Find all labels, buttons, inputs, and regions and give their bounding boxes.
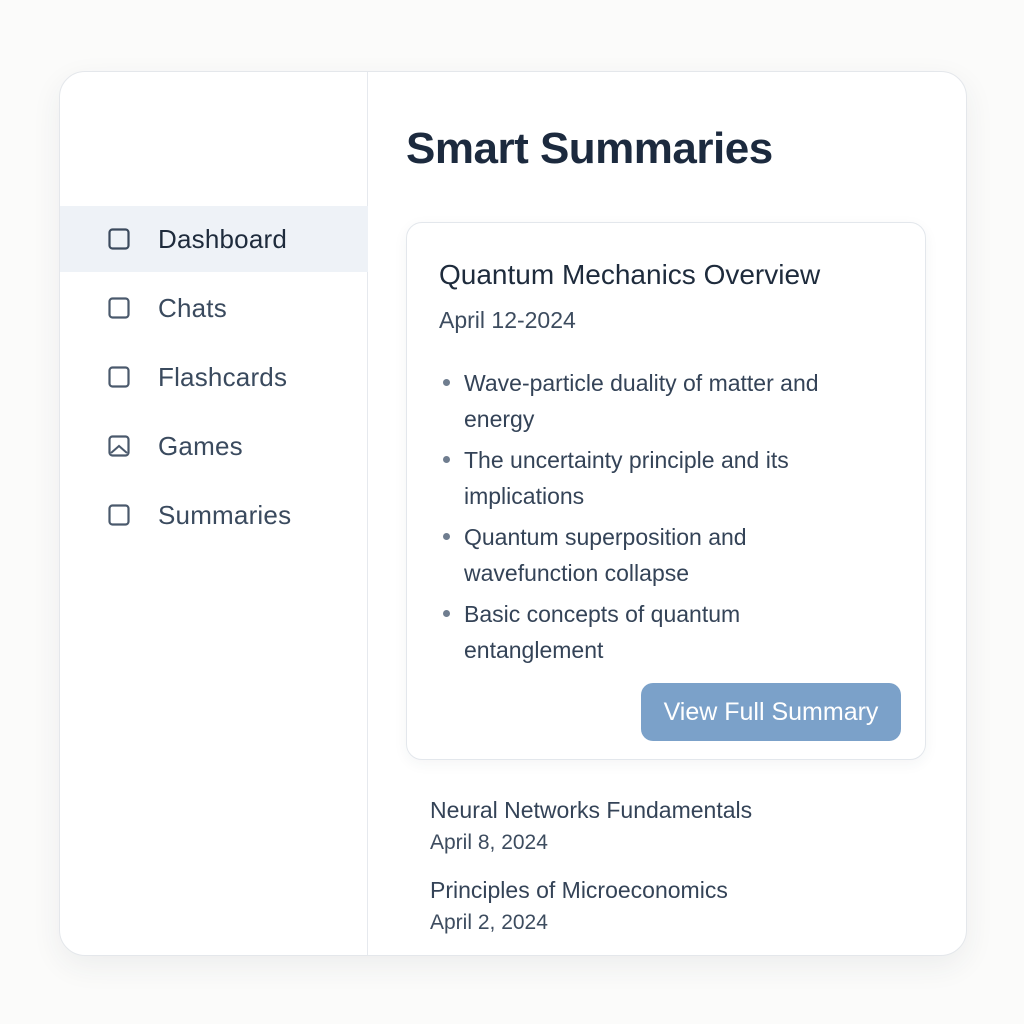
bullet-dot-icon: [443, 456, 450, 463]
list-item[interactable]: Principles of Microeconomics April 2, 20…: [430, 874, 930, 940]
page-title: Smart Summaries: [406, 124, 773, 173]
summary-card: Quantum Mechanics Overview April 12-2024…: [406, 222, 926, 760]
sidebar-item-flashcards[interactable]: Flashcards: [60, 344, 368, 410]
main-content: Smart Summaries Quantum Mechanics Overvi…: [368, 72, 966, 955]
view-full-summary-button[interactable]: View Full Summary: [641, 683, 901, 741]
summary-card-date: April 12-2024: [439, 307, 576, 333]
app-window: Dashboard Chats Flashcards Games Summari…: [59, 71, 967, 956]
summary-bullet-text: The uncertainty principle and its implic…: [464, 447, 789, 509]
recent-summary-title: Neural Networks Fundamentals: [430, 797, 753, 823]
sidebar-item-summaries[interactable]: Summaries: [60, 482, 368, 548]
summary-card-title: Quantum Mechanics Overview: [439, 259, 821, 290]
bullet-dot-icon: [443, 379, 450, 386]
sidebar-item-label: Chats: [158, 292, 227, 323]
summary-bullet: Quantum superposition and wavefunction c…: [439, 519, 879, 591]
sidebar-item-chats[interactable]: Chats: [60, 275, 368, 341]
square-icon: [108, 297, 130, 319]
recent-summary-date: April 2, 2024: [430, 911, 548, 934]
sidebar-item-games[interactable]: Games: [60, 413, 368, 479]
recent-summary-date: April 8, 2024: [430, 831, 548, 854]
recent-summaries-list: Neural Networks Fundamentals April 8, 20…: [430, 794, 930, 954]
list-item[interactable]: Neural Networks Fundamentals April 8, 20…: [430, 794, 930, 860]
summary-bullet-text: Quantum superposition and wavefunction c…: [464, 524, 747, 586]
square-icon: [108, 504, 130, 526]
sidebar-item-dashboard[interactable]: Dashboard: [60, 206, 368, 272]
recent-summary-title: Principles of Microeconomics: [430, 877, 728, 903]
square-icon: [108, 228, 130, 250]
bullet-dot-icon: [443, 533, 450, 540]
sidebar-nav: Dashboard Chats Flashcards Games Summari…: [60, 206, 368, 551]
sidebar-item-label: Games: [158, 430, 243, 461]
summary-bullet: Basic concepts of quantum entanglement: [439, 596, 879, 668]
sidebar: Dashboard Chats Flashcards Games Summari…: [60, 72, 368, 955]
image-icon: [108, 435, 130, 457]
bullet-dot-icon: [443, 610, 450, 617]
summary-bullet: Wave-particle duality of matter and ener…: [439, 365, 879, 437]
summary-bullet: The uncertainty principle and its implic…: [439, 442, 879, 514]
summary-bullet-list: Wave-particle duality of matter and ener…: [439, 365, 879, 673]
square-icon: [108, 366, 130, 388]
sidebar-item-label: Dashboard: [158, 223, 287, 254]
sidebar-item-label: Summaries: [158, 499, 292, 530]
summary-bullet-text: Wave-particle duality of matter and ener…: [464, 370, 819, 432]
summary-bullet-text: Basic concepts of quantum entanglement: [464, 601, 741, 663]
sidebar-item-label: Flashcards: [158, 361, 288, 392]
